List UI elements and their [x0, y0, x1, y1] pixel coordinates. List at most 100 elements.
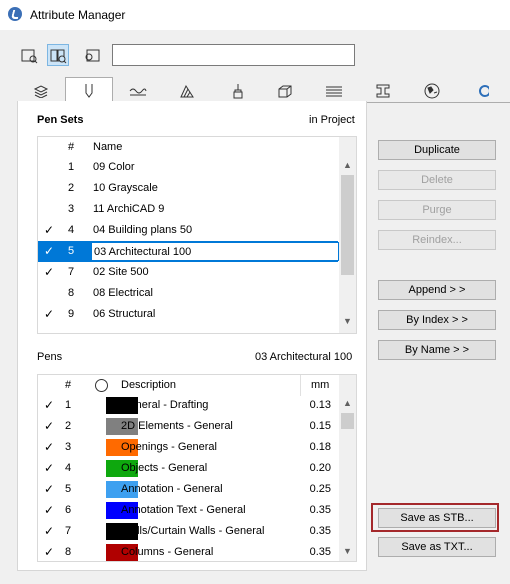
tab-building-materials[interactable]	[261, 80, 309, 101]
tab-composites[interactable]	[310, 80, 358, 101]
pen-set-row[interactable]: 3 11 ArchiCAD 9	[38, 199, 338, 220]
purge-button[interactable]: Purge	[378, 200, 496, 220]
pen-thickness: 0.35	[309, 525, 331, 537]
pen-description: General - Drafting	[121, 399, 209, 411]
tab-fills[interactable]	[163, 80, 211, 101]
by-index-button[interactable]: By Index > >	[378, 310, 496, 330]
pen-set-name: 10 Grayscale	[93, 182, 158, 194]
pen-sets-col-name: Name	[93, 141, 123, 153]
pen-set-name: 11 ArchiCAD 9	[93, 203, 165, 215]
tab-layers[interactable]	[17, 80, 65, 101]
scroll-down-icon[interactable]: ▼	[339, 313, 356, 330]
pen-sets-header: # Name	[38, 137, 338, 158]
pen-thickness: 0.25	[309, 483, 331, 495]
save-as-txt-button[interactable]: Save as TXT...	[378, 537, 496, 557]
fills-icon	[180, 84, 194, 97]
composites-icon	[326, 86, 342, 96]
single-view-icon[interactable]	[18, 44, 40, 66]
pen-set-index: 9	[67, 308, 75, 320]
pen-thickness: 0.18	[309, 441, 331, 453]
pen-set-name: 02 Site 500	[93, 266, 149, 278]
scroll-up-icon[interactable]: ▲	[339, 157, 356, 174]
pen-row[interactable]: ✓ 4 Objects - General 0.20	[38, 458, 338, 479]
pen-row[interactable]: ✓ 2 2D Elements - General 0.15	[38, 416, 338, 437]
pen-set-name: 04 Building plans 50	[93, 224, 193, 236]
pens-col-description: Description	[121, 379, 177, 391]
pen-set-row[interactable]: ✓ 7 02 Site 500	[38, 262, 338, 283]
pen-description: 2D Elements - General	[121, 420, 233, 432]
check-icon: ✓	[43, 265, 55, 279]
pen-set-index: 1	[67, 161, 75, 173]
pen-set-row[interactable]: 8 08 Electrical	[38, 283, 338, 304]
pen-set-rename-field[interactable]	[91, 242, 339, 261]
pens-scrollbar[interactable]: ▲ ▼	[339, 375, 356, 561]
reindex-button[interactable]: Reindex...	[378, 230, 496, 250]
pen-index: 7	[64, 525, 72, 537]
by-name-button[interactable]: By Name > >	[378, 340, 496, 360]
pen-row[interactable]: ✓ 1 General - Drafting 0.13	[38, 395, 338, 416]
pen-index: 6	[64, 504, 72, 516]
scroll-up-icon[interactable]: ▲	[339, 395, 356, 412]
layers-icon	[33, 84, 49, 98]
check-icon: ✓	[43, 482, 55, 496]
append-button[interactable]: Append > >	[378, 280, 496, 300]
pen-set-index: 8	[67, 287, 75, 299]
tab-pens[interactable]	[65, 77, 113, 102]
tab-more[interactable]	[457, 80, 505, 101]
pens-label: Pens	[37, 351, 63, 363]
tab-profiles[interactable]	[359, 80, 407, 101]
pen-description: Objects - General	[121, 462, 208, 474]
building-materials-icon	[278, 85, 292, 97]
pen-set-index: 7	[67, 266, 75, 278]
pen-set-index: 3	[67, 203, 75, 215]
scroll-thumb[interactable]	[341, 413, 354, 429]
pens-list: # Description mm ✓ 1 General - Drafting …	[37, 374, 357, 562]
pen-index: 8	[64, 546, 72, 558]
delete-button[interactable]: Delete	[378, 170, 496, 190]
pens-col-mm: mm	[311, 379, 330, 391]
pen-description: Walls/Curtain Walls - General	[121, 525, 265, 537]
check-icon: ✓	[43, 503, 55, 517]
pen-set-row-selected[interactable]: ✓ 5	[38, 241, 339, 262]
pen-row[interactable]: ✓ 6 Annotation Text - General 0.35	[38, 500, 338, 521]
attribute-tabs	[17, 77, 510, 103]
pen-index: 3	[64, 441, 72, 453]
check-icon: ✓	[43, 307, 55, 321]
scroll-down-icon[interactable]: ▼	[339, 543, 356, 560]
file-view-icon[interactable]	[80, 44, 102, 66]
pen-sets-list: # Name 1 09 Color 2 10 Grayscale 3 11 Ar…	[37, 136, 357, 334]
pen-row[interactable]: ✓ 8 Columns - General 0.35	[38, 542, 338, 561]
pen-set-row[interactable]: 2 10 Grayscale	[38, 178, 338, 199]
pen-description: Columns - General	[121, 546, 214, 558]
check-icon: ✓	[43, 524, 55, 538]
pen-row[interactable]: ✓ 3 Openings - General 0.18	[38, 437, 338, 458]
color-wheel-icon	[95, 379, 108, 392]
tab-surfaces[interactable]	[212, 80, 260, 101]
pen-thickness: 0.35	[309, 546, 331, 558]
pen-description: Annotation - General	[121, 483, 223, 495]
pen-set-row[interactable]: 1 09 Color	[38, 157, 338, 178]
save-as-stb-button[interactable]: Save as STB...	[378, 508, 496, 528]
pen-thickness: 0.20	[309, 462, 331, 474]
pen-row[interactable]: ✓ 7 Walls/Curtain Walls - General 0.35	[38, 521, 338, 542]
pen-sets-scrollbar[interactable]: ▲ ▼	[339, 137, 356, 333]
check-icon: ✓	[43, 398, 55, 412]
pen-row[interactable]: ✓ 5 Annotation - General 0.25	[38, 479, 338, 500]
scroll-thumb[interactable]	[341, 175, 354, 275]
pen-index: 4	[64, 462, 72, 474]
search-input[interactable]	[112, 44, 355, 66]
duplicate-button[interactable]: Duplicate	[378, 140, 496, 160]
pen-set-row[interactable]: ✓ 9 06 Structural	[38, 304, 338, 325]
tab-zone-categories[interactable]	[408, 80, 456, 101]
archicad-app-icon	[8, 7, 22, 21]
globe-icon	[424, 83, 440, 98]
pen-set-row[interactable]: ✓ 4 04 Building plans 50	[38, 220, 338, 241]
check-icon: ✓	[43, 440, 55, 454]
pen-index: 5	[64, 483, 72, 495]
pen-sets-col-num: #	[67, 141, 75, 153]
check-icon: ✓	[43, 419, 55, 433]
compare-view-icon[interactable]	[47, 44, 69, 66]
line-types-icon	[129, 88, 147, 95]
tab-line-types[interactable]	[114, 80, 162, 101]
pen-set-index: 5	[67, 245, 75, 257]
